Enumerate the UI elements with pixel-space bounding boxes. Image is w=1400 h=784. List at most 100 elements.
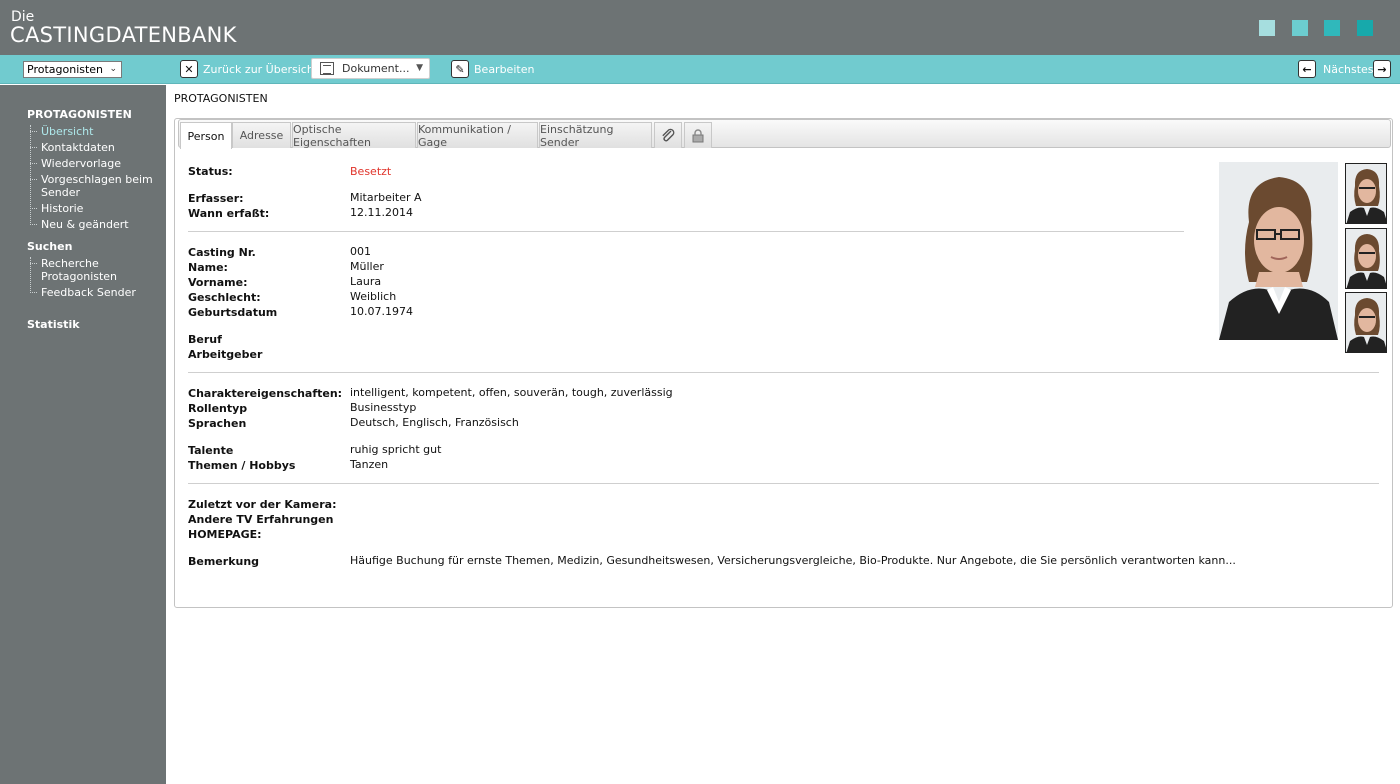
sidebar-item-vorgeschlagen[interactable]: Vorgeschlagen beim bbox=[41, 173, 153, 186]
module-select-value: Protagonisten bbox=[27, 63, 104, 76]
status-label: Status: bbox=[188, 165, 233, 178]
wann-value: 12.11.2014 bbox=[350, 206, 413, 219]
tree-tick bbox=[30, 224, 37, 225]
sidebar-item-feedback-sender[interactable]: Feedback Sender bbox=[41, 286, 136, 299]
module-select[interactable]: Protagonisten ⌄ bbox=[23, 61, 122, 78]
sidebar-item-wiedervorlage[interactable]: Wiedervorlage bbox=[41, 157, 121, 170]
lock-icon bbox=[692, 128, 704, 142]
sidebar-item-historie[interactable]: Historie bbox=[41, 202, 83, 215]
name-label: Name: bbox=[188, 261, 228, 274]
geburtsdatum-value: 10.07.1974 bbox=[350, 305, 413, 318]
tab-optische-eigenschaften[interactable]: Optische Eigenschaften bbox=[292, 122, 416, 149]
vorname-label: Vorname: bbox=[188, 276, 248, 289]
geschlecht-label: Geschlecht: bbox=[188, 291, 261, 304]
sidebar-section-suchen[interactable]: Suchen bbox=[27, 240, 72, 253]
tree-tick bbox=[30, 292, 37, 293]
name-value: Müller bbox=[350, 260, 384, 273]
talente-value: ruhig spricht gut bbox=[350, 443, 442, 456]
app-logo: CASTINGDATENBANK bbox=[10, 23, 237, 47]
arbeitgeber-label: Arbeitgeber bbox=[188, 348, 263, 361]
document-select[interactable]: Dokument... ▼ bbox=[311, 58, 430, 79]
sidebar-section-statistik[interactable]: Statistik bbox=[27, 318, 80, 331]
color-theme-swatch-1[interactable] bbox=[1259, 20, 1275, 36]
pencil-icon: ✎ bbox=[451, 60, 469, 78]
tab-person[interactable]: Person bbox=[180, 122, 232, 149]
close-icon: ✕ bbox=[180, 60, 198, 78]
sidebar-item-kontaktdaten[interactable]: Kontaktdaten bbox=[41, 141, 115, 154]
rollentyp-label: Rollentyp bbox=[188, 402, 248, 415]
rollentyp-value: Businesstyp bbox=[350, 401, 417, 414]
bemerkung-value: Häufige Buchung für ernste Themen, Mediz… bbox=[350, 554, 1236, 567]
sidebar-section-protagonisten[interactable]: PROTAGONISTEN bbox=[27, 108, 132, 121]
wann-label: Wann erfaßt: bbox=[188, 207, 270, 220]
divider bbox=[188, 483, 1379, 484]
status-value: Besetzt bbox=[350, 165, 392, 178]
thumbnail-image bbox=[1346, 164, 1386, 223]
app-header: Die CASTINGDATENBANK bbox=[0, 0, 1400, 55]
sidebar-item-uebersicht[interactable]: Übersicht bbox=[41, 125, 93, 138]
arrow-left-icon: ← bbox=[1298, 60, 1316, 78]
andere-tv-label: Andere TV Erfahrungen bbox=[188, 513, 334, 526]
tree-tick bbox=[30, 263, 37, 264]
tree-line bbox=[30, 125, 38, 225]
geschlecht-value: Weiblich bbox=[350, 290, 397, 303]
tab-kommunikation-gage[interactable]: Kommunikation / Gage bbox=[417, 122, 538, 149]
sprachen-label: Sprachen bbox=[188, 417, 247, 430]
bemerkung-label: Bemerkung bbox=[188, 555, 260, 568]
vorname-value: Laura bbox=[350, 275, 382, 288]
next-label: Nächstes bbox=[1323, 62, 1374, 76]
edit-button[interactable]: ✎ Bearbeiten bbox=[451, 59, 534, 79]
thumbnail-image bbox=[1346, 229, 1386, 288]
color-theme-swatch-4[interactable] bbox=[1357, 20, 1373, 36]
photo-thumbnail-3[interactable] bbox=[1345, 292, 1387, 353]
back-to-overview-button[interactable]: ✕ Zurück zur Übersicht bbox=[180, 59, 318, 79]
divider bbox=[188, 372, 1379, 373]
page-title: PROTAGONISTEN bbox=[174, 92, 268, 105]
main-portrait-photo[interactable] bbox=[1219, 162, 1338, 340]
edit-label: Bearbeiten bbox=[474, 62, 535, 76]
tree-tick bbox=[30, 163, 37, 164]
photo-thumbnail-2[interactable] bbox=[1345, 228, 1387, 289]
charakter-label: Charaktereigenschaften: bbox=[188, 387, 343, 400]
sidebar-item-vorgeschlagen-line2[interactable]: Sender bbox=[41, 186, 80, 199]
document-select-value: Dokument... bbox=[342, 62, 410, 75]
beruf-label: Beruf bbox=[188, 333, 222, 346]
sidebar-item-recherche[interactable]: Recherche bbox=[41, 257, 99, 270]
sidebar-item-recherche-line2[interactable]: Protagonisten bbox=[41, 270, 117, 283]
arrow-right-icon: → bbox=[1373, 60, 1391, 78]
charakter-value: intelligent, kompetent, offen, souverän,… bbox=[350, 386, 673, 399]
tab-adresse[interactable]: Adresse bbox=[232, 122, 291, 148]
portrait-image bbox=[1219, 162, 1338, 340]
toolbar: Protagonisten ⌄ ✕ Zurück zur Übersicht D… bbox=[0, 55, 1400, 84]
tree-tick bbox=[30, 179, 37, 180]
thumbnail-image bbox=[1346, 293, 1386, 352]
color-theme-swatch-2[interactable] bbox=[1292, 20, 1308, 36]
tab-attachments[interactable] bbox=[654, 122, 682, 148]
photo-thumbnail-1[interactable] bbox=[1345, 163, 1387, 224]
sidebar-item-neu-geaendert[interactable]: Neu & geändert bbox=[41, 218, 129, 231]
sprachen-value: Deutsch, Englisch, Französisch bbox=[350, 416, 519, 429]
document-icon bbox=[320, 62, 334, 75]
tree-tick bbox=[30, 131, 37, 132]
next-button[interactable]: → bbox=[1373, 59, 1396, 79]
themen-label: Themen / Hobbys bbox=[188, 459, 296, 472]
casting-nr-label: Casting Nr. bbox=[188, 246, 256, 259]
tab-locked[interactable] bbox=[684, 122, 712, 148]
sidebar: PROTAGONISTEN Übersicht Kontaktdaten Wie… bbox=[0, 85, 166, 784]
color-theme-swatch-3[interactable] bbox=[1324, 20, 1340, 36]
back-to-overview-label: Zurück zur Übersicht bbox=[203, 62, 319, 76]
chevron-down-icon: ⌄ bbox=[109, 64, 117, 74]
tab-einschaetzung-sender[interactable]: Einschätzung Sender bbox=[539, 122, 652, 149]
caret-down-icon: ▼ bbox=[416, 63, 423, 73]
previous-button[interactable]: ← bbox=[1298, 59, 1321, 79]
next-label-link[interactable]: Nächstes bbox=[1323, 59, 1374, 79]
themen-value: Tanzen bbox=[350, 458, 389, 471]
talente-label: Talente bbox=[188, 444, 234, 457]
geburtsdatum-label: Geburtsdatum bbox=[188, 306, 278, 319]
erfasser-value: Mitarbeiter A bbox=[350, 191, 422, 204]
erfasser-label: Erfasser: bbox=[188, 192, 244, 205]
paperclip-icon bbox=[662, 128, 675, 141]
divider bbox=[188, 231, 1184, 232]
zuletzt-label: Zuletzt vor der Kamera: bbox=[188, 498, 337, 511]
tree-tick bbox=[30, 208, 37, 209]
